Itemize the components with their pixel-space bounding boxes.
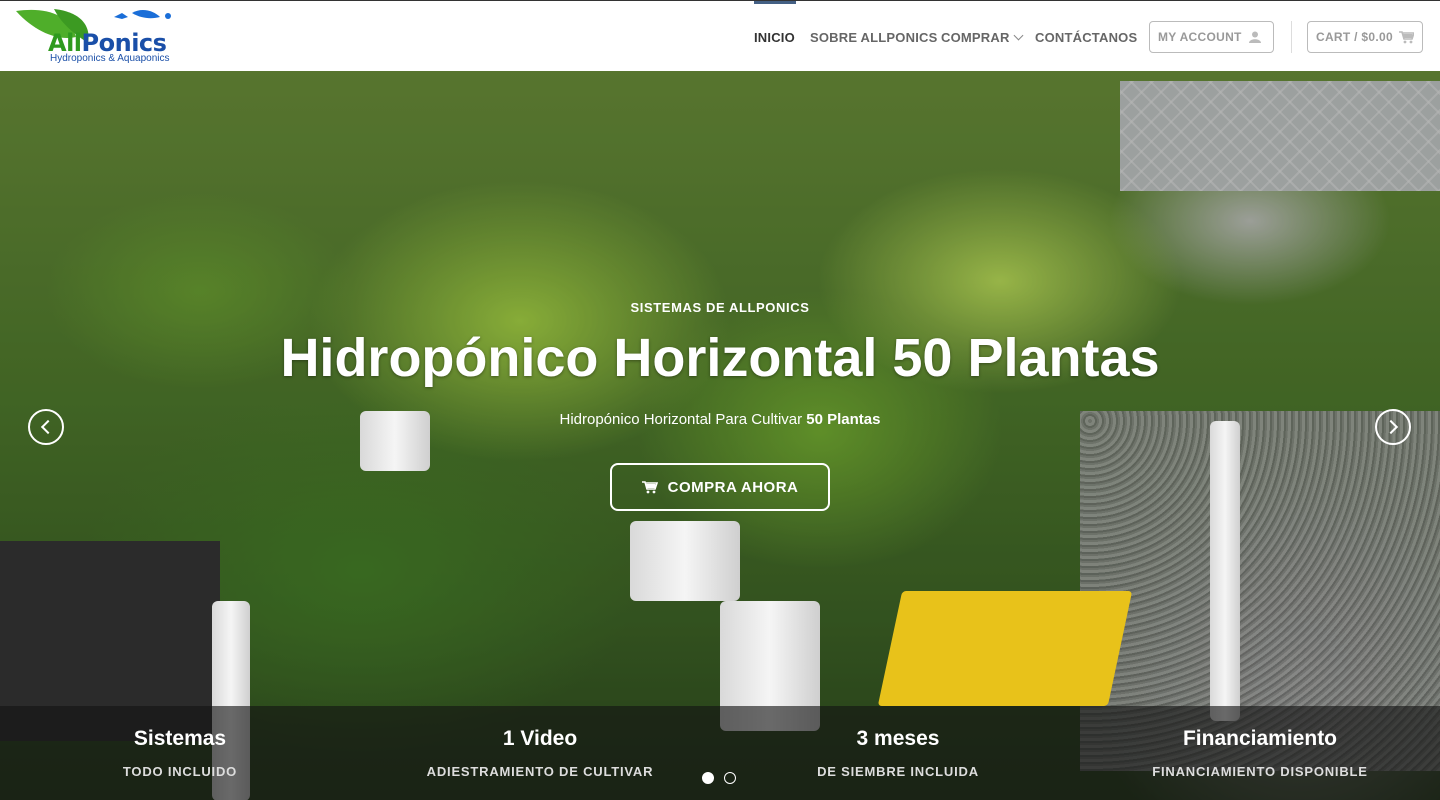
feature-subtitle: FINANCIAMIENTO DISPONIBLE	[1152, 764, 1368, 779]
hero-subtitle-text: Hidropónico Horizontal Para Cultivar	[559, 411, 807, 428]
feature-item: Financiamiento FINANCIAMIENTO DISPONIBLE	[1080, 706, 1440, 779]
hero-subtitle-bold: 50 Plantas	[806, 411, 881, 428]
hero-bg-pipe	[1210, 421, 1240, 721]
cart-button[interactable]: CART / $0.00	[1307, 21, 1423, 53]
slider-dots	[702, 772, 736, 784]
nav-item-sobre-allponics[interactable]: SOBRE ALLPONICS	[810, 30, 937, 45]
hero-title: Hidropónico Horizontal 50 Plantas	[280, 328, 1160, 388]
my-account-label: MY ACCOUNT	[1158, 30, 1242, 44]
feature-subtitle: DE SIEMBRE INCLUIDA	[817, 764, 979, 779]
feature-title: Sistemas	[133, 727, 227, 750]
feature-item: 3 meses DE SIEMBRE INCLUIDA	[718, 706, 1078, 779]
cart-icon	[1398, 30, 1414, 43]
user-icon	[1248, 31, 1261, 43]
hero-subtitle: Hidropónico Horizontal Para Cultivar 50 …	[0, 411, 1440, 428]
cart-label: CART / $0.00	[1316, 30, 1393, 44]
features-strip: Sistemas TODO INCLUIDO 1 Video ADIESTRAM…	[0, 706, 1440, 800]
nav-item-contactanos[interactable]: CONTÁCTANOS	[1035, 30, 1137, 45]
site-header: AllPonics Hydroponics & Aquaponics INICI…	[0, 0, 1440, 71]
feature-item: 1 Video ADIESTRAMIENTO DE CULTIVAR	[360, 706, 720, 779]
chevron-right-icon	[1383, 419, 1399, 435]
slider-dot-2[interactable]	[724, 772, 736, 784]
compra-ahora-button[interactable]: COMPRA AHORA	[610, 463, 830, 511]
my-account-button[interactable]: MY ACCOUNT	[1149, 21, 1274, 53]
chevron-left-icon	[40, 419, 56, 435]
header-divider	[1291, 21, 1292, 53]
main-nav: INICIO SOBRE ALLPONICS COMPRAR CONTÁCTAN…	[0, 1, 1440, 72]
nav-item-comprar-label: COMPRAR	[941, 30, 1010, 45]
hero-kicker: SISTEMAS DE ALLPONICS	[630, 300, 810, 315]
slider-prev-button[interactable]	[28, 409, 64, 445]
feature-item: Sistemas TODO INCLUIDO	[0, 706, 360, 779]
nav-active-indicator	[754, 1, 796, 4]
chevron-down-icon	[1013, 30, 1024, 41]
nav-item-inicio[interactable]: INICIO	[754, 30, 795, 45]
hero-slider: SISTEMAS DE ALLPONICS Hidropónico Horizo…	[0, 71, 1440, 800]
feature-subtitle: ADIESTRAMIENTO DE CULTIVAR	[426, 764, 654, 779]
feature-title: 1 Video	[502, 727, 578, 750]
feature-title: 3 meses	[856, 727, 940, 750]
hero-bg-pipe	[630, 521, 740, 601]
feature-title: Financiamiento	[1182, 727, 1338, 750]
hero-bg-fence	[1120, 81, 1440, 191]
slider-next-button[interactable]	[1375, 409, 1411, 445]
compra-ahora-label: COMPRA AHORA	[667, 478, 799, 496]
nav-item-comprar[interactable]: COMPRAR	[941, 30, 1024, 45]
slider-dot-1[interactable]	[702, 772, 714, 784]
hero-bg-tray	[877, 591, 1133, 706]
feature-subtitle: TODO INCLUIDO	[122, 764, 238, 779]
cart-icon	[641, 481, 658, 494]
